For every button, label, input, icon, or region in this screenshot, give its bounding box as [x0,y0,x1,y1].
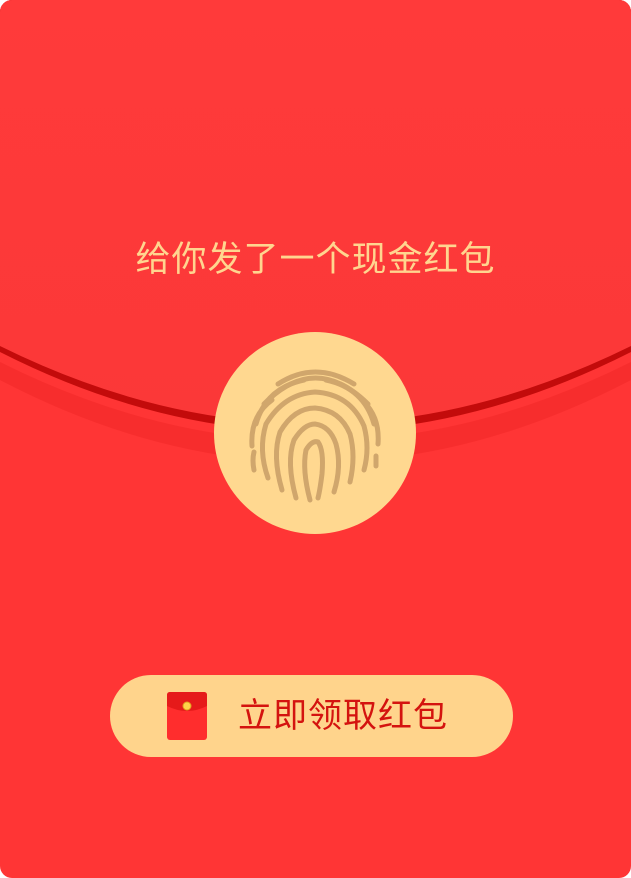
envelope-title: 给你发了一个现金红包 [135,240,496,280]
claim-envelope-button[interactable]: 立即领取红包 [110,675,513,757]
red-envelope-icon [167,692,207,740]
open-seal-button[interactable] [214,332,416,534]
red-envelope-card: 给你发了一个现金红包 立即领取红包 [0,0,631,878]
fingerprint-icon [249,369,381,503]
claim-button-label: 立即领取红包 [238,696,448,736]
